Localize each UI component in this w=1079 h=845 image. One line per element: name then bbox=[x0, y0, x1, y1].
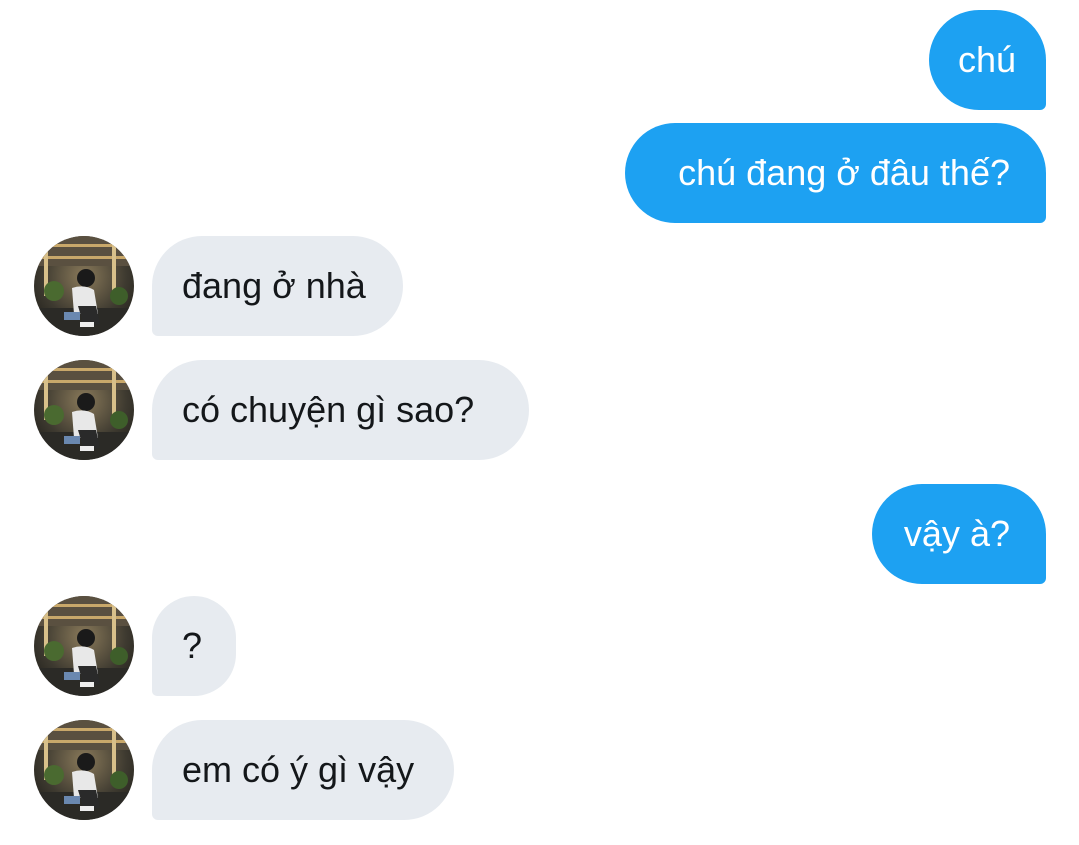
message-bubble-incoming[interactable]: đang ở nhà bbox=[152, 236, 403, 336]
message-text: ? bbox=[182, 625, 203, 666]
message-text: có chuyện gì sao? bbox=[182, 389, 475, 430]
message-bubble-outgoing[interactable]: chú đang ở đâu thế? bbox=[625, 123, 1046, 223]
avatar[interactable] bbox=[34, 596, 134, 696]
avatar[interactable] bbox=[34, 236, 134, 336]
avatar[interactable] bbox=[34, 360, 134, 460]
message-text: đang ở nhà bbox=[182, 265, 366, 306]
message-bubble-outgoing[interactable]: chú bbox=[929, 10, 1046, 110]
avatar-photo-icon bbox=[34, 360, 134, 460]
avatar[interactable] bbox=[34, 720, 134, 820]
message-text: vậy à? bbox=[903, 513, 1010, 554]
avatar-photo-icon bbox=[34, 720, 134, 820]
message-text: chú đang ở đâu thế? bbox=[678, 152, 1010, 193]
avatar-photo-icon bbox=[34, 236, 134, 336]
avatar-photo-icon bbox=[34, 596, 134, 696]
message-text: em có ý gì vậy bbox=[182, 749, 415, 790]
message-bubble-incoming[interactable]: có chuyện gì sao? bbox=[152, 360, 529, 460]
message-text: chú bbox=[957, 39, 1016, 80]
message-bubble-incoming[interactable]: em có ý gì vậy bbox=[152, 720, 454, 820]
message-bubble-outgoing[interactable]: vậy à? bbox=[872, 484, 1046, 584]
message-bubble-incoming[interactable]: ? bbox=[152, 596, 236, 696]
